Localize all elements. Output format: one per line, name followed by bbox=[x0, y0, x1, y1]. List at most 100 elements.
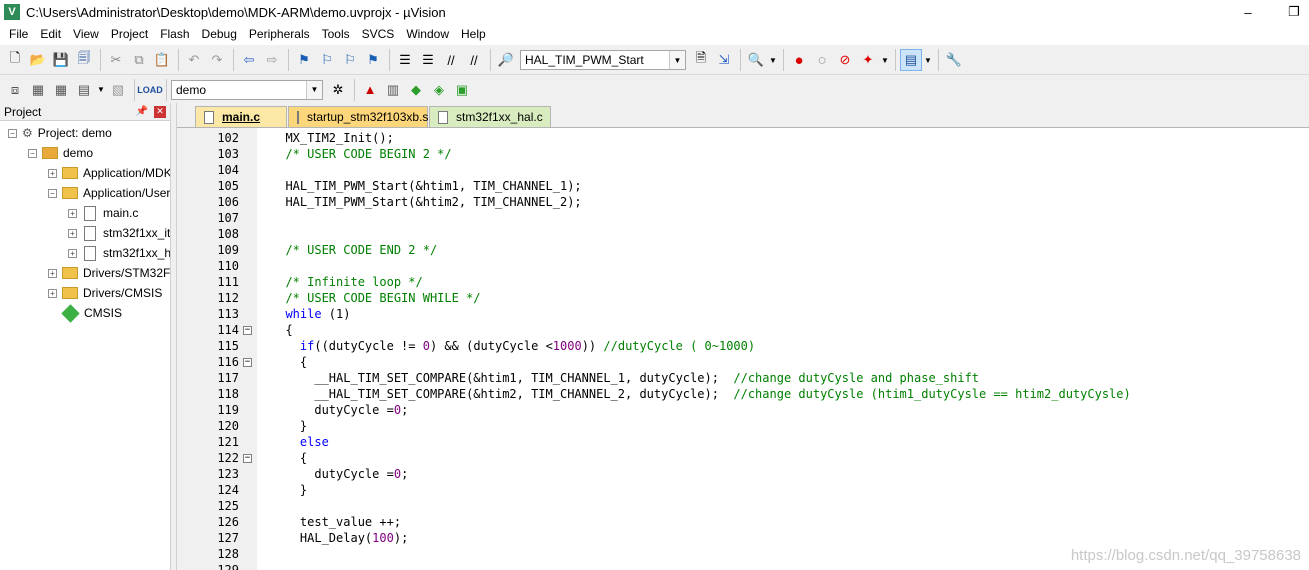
save-icon[interactable]: 💾 bbox=[50, 49, 72, 71]
chevron-down-icon[interactable]: ▼ bbox=[923, 49, 933, 71]
build-icon[interactable]: ▦ bbox=[27, 79, 49, 101]
comment-icon[interactable]: // bbox=[440, 49, 462, 71]
multi-project-icon[interactable]: ▥ bbox=[382, 79, 404, 101]
undo-icon[interactable]: ↶ bbox=[183, 49, 205, 71]
code-line[interactable]: 123 dutyCycle =0; bbox=[177, 466, 1309, 482]
minimize-button[interactable]: – bbox=[1228, 2, 1268, 22]
code-line[interactable]: 119 dutyCycle =0; bbox=[177, 402, 1309, 418]
chevron-down-icon[interactable]: ▼ bbox=[96, 79, 106, 101]
tab-main-c[interactable]: main.c bbox=[195, 106, 287, 127]
new-file-icon[interactable]: 🗋 bbox=[4, 49, 26, 71]
code-line[interactable]: 106 HAL_TIM_PWM_Start(&htim2, TIM_CHANNE… bbox=[177, 194, 1309, 210]
chevron-down-icon[interactable]: ▼ bbox=[669, 51, 685, 69]
code-line[interactable]: 118 __HAL_TIM_SET_COMPARE(&htim2, TIM_CH… bbox=[177, 386, 1309, 402]
menu-edit[interactable]: Edit bbox=[35, 27, 68, 41]
code-line[interactable]: 108 bbox=[177, 226, 1309, 242]
window-layout-icon[interactable]: ▤ bbox=[900, 49, 922, 71]
code-line[interactable]: 126 test_value ++; bbox=[177, 514, 1309, 530]
tree-item-file[interactable]: + main.c bbox=[68, 203, 138, 223]
code-line[interactable]: 121 else bbox=[177, 434, 1309, 450]
manage-run-time-env-icon[interactable]: ◆ bbox=[405, 79, 427, 101]
incremental-find-icon[interactable]: ⇲ bbox=[713, 49, 735, 71]
clear-bookmarks-icon[interactable]: ⚑ bbox=[362, 49, 384, 71]
select-software-packs-icon[interactable]: ◈ bbox=[428, 79, 450, 101]
chevron-down-icon[interactable]: ▼ bbox=[880, 49, 890, 71]
code-line[interactable]: 103 /* USER CODE BEGIN 2 */ bbox=[177, 146, 1309, 162]
code-line[interactable]: 116− { bbox=[177, 354, 1309, 370]
code-line[interactable]: 112 /* USER CODE BEGIN WHILE */ bbox=[177, 290, 1309, 306]
rebuild-icon[interactable]: ▦ bbox=[50, 79, 72, 101]
code-line[interactable]: 125 bbox=[177, 498, 1309, 514]
collapse-icon[interactable]: − bbox=[8, 128, 17, 138]
menu-debug[interactable]: Debug bbox=[197, 27, 244, 41]
navigate-back-icon[interactable]: ⇦ bbox=[238, 49, 260, 71]
stop-build-icon[interactable]: ▧ bbox=[107, 79, 129, 101]
expand-icon[interactable]: + bbox=[48, 288, 57, 298]
code-line[interactable]: 114− { bbox=[177, 322, 1309, 338]
tree-item-file[interactable]: + stm32f1xx_it.c bbox=[68, 223, 170, 243]
code-line[interactable]: 115 if((dutyCycle != 0) && (dutyCycle <1… bbox=[177, 338, 1309, 354]
tree-item-component[interactable]: CMSIS bbox=[61, 303, 122, 323]
code-line[interactable]: 111 /* Infinite loop */ bbox=[177, 274, 1309, 290]
tree-item-group[interactable]: + Drivers/CMSIS bbox=[48, 283, 162, 303]
copy-icon[interactable]: ⧉ bbox=[128, 49, 150, 71]
chevron-down-icon[interactable]: ▼ bbox=[306, 80, 322, 99]
find-icon[interactable]: 🗎 bbox=[690, 49, 712, 71]
translate-icon[interactable]: ⧈ bbox=[4, 79, 26, 101]
tree-item-group[interactable]: − Application/User bbox=[48, 183, 170, 203]
collapse-icon[interactable]: − bbox=[28, 148, 37, 158]
code-line[interactable]: 105 HAL_TIM_PWM_Start(&htim1, TIM_CHANNE… bbox=[177, 178, 1309, 194]
tree-item-group[interactable]: + Drivers/STM32F1xx_HAL_Driver bbox=[48, 263, 170, 283]
menu-flash[interactable]: Flash bbox=[155, 27, 196, 41]
pin-icon[interactable]: 📌 bbox=[136, 106, 148, 117]
paste-icon[interactable]: 📋 bbox=[151, 49, 173, 71]
code-line[interactable]: 109 /* USER CODE END 2 */ bbox=[177, 242, 1309, 258]
fold-collapse-icon[interactable]: − bbox=[243, 326, 252, 335]
code-editor[interactable]: 102 MX_TIM2_Init(); 103 /* USER CODE BEGI… bbox=[177, 127, 1309, 570]
expand-icon[interactable]: + bbox=[68, 208, 77, 218]
tree-item-file[interactable]: + stm32f1xx_hal_msp.c bbox=[68, 243, 170, 263]
enable-breakpoint-icon[interactable]: ○ bbox=[811, 49, 833, 71]
expand-icon[interactable]: + bbox=[48, 268, 57, 278]
menu-project[interactable]: Project bbox=[106, 27, 155, 41]
code-line[interactable]: 124 } bbox=[177, 482, 1309, 498]
pack-installer-icon[interactable]: ▣ bbox=[451, 79, 473, 101]
cut-icon[interactable]: ✂ bbox=[105, 49, 127, 71]
code-line[interactable]: 104 bbox=[177, 162, 1309, 178]
tree-item-group[interactable]: + Application/MDK-ARM bbox=[48, 163, 170, 183]
configure-wrench-icon[interactable]: 🔧 bbox=[943, 49, 965, 71]
next-bookmark-icon[interactable]: ⚐ bbox=[339, 49, 361, 71]
menu-peripherals[interactable]: Peripherals bbox=[244, 27, 317, 41]
batch-build-icon[interactable]: ▤ bbox=[73, 79, 95, 101]
unindent-icon[interactable]: ☰ bbox=[417, 49, 439, 71]
find-in-files-icon[interactable]: 🔎 bbox=[495, 49, 517, 71]
menu-file[interactable]: File bbox=[4, 27, 35, 41]
chevron-down-icon[interactable]: ▼ bbox=[768, 49, 778, 71]
debug-session-icon[interactable]: 🔍 bbox=[745, 49, 767, 71]
menu-view[interactable]: View bbox=[68, 27, 106, 41]
find-combo[interactable]: HAL_TIM_PWM_Start ▼ bbox=[520, 50, 686, 70]
indent-icon[interactable]: ☰ bbox=[394, 49, 416, 71]
tab-startup-stm32f103xb[interactable]: startup_stm32f103xb.s bbox=[288, 106, 428, 127]
expand-icon[interactable]: + bbox=[48, 168, 57, 178]
tree-item-target-demo[interactable]: − demo bbox=[28, 143, 93, 163]
open-folder-icon[interactable]: 📂 bbox=[27, 49, 49, 71]
tab-stm32f1xx-hal[interactable]: stm32f1xx_hal.c bbox=[429, 106, 551, 127]
code-line[interactable]: 120 } bbox=[177, 418, 1309, 434]
tree-item-project-demo[interactable]: − ⚙ Project: demo bbox=[8, 123, 112, 143]
expand-icon[interactable]: + bbox=[68, 228, 77, 238]
panel-splitter[interactable] bbox=[170, 103, 177, 570]
code-line[interactable]: 107 bbox=[177, 210, 1309, 226]
manage-project-items-icon[interactable]: ▲ bbox=[359, 79, 381, 101]
menu-tools[interactable]: Tools bbox=[317, 27, 357, 41]
target-select[interactable]: demo ▼ bbox=[171, 79, 323, 100]
code-line[interactable]: 113 while (1) bbox=[177, 306, 1309, 322]
options-for-target-icon[interactable]: ✲ bbox=[327, 79, 349, 101]
menu-svcs[interactable]: SVCS bbox=[357, 27, 402, 41]
code-line[interactable]: 110 bbox=[177, 258, 1309, 274]
code-line[interactable]: 127 HAL_Delay(100); bbox=[177, 530, 1309, 546]
code-line[interactable]: 122− { bbox=[177, 450, 1309, 466]
menu-window[interactable]: Window bbox=[401, 27, 456, 41]
navigate-forward-icon[interactable]: ⇨ bbox=[261, 49, 283, 71]
kill-breakpoints-icon[interactable]: ✦ bbox=[857, 49, 879, 71]
